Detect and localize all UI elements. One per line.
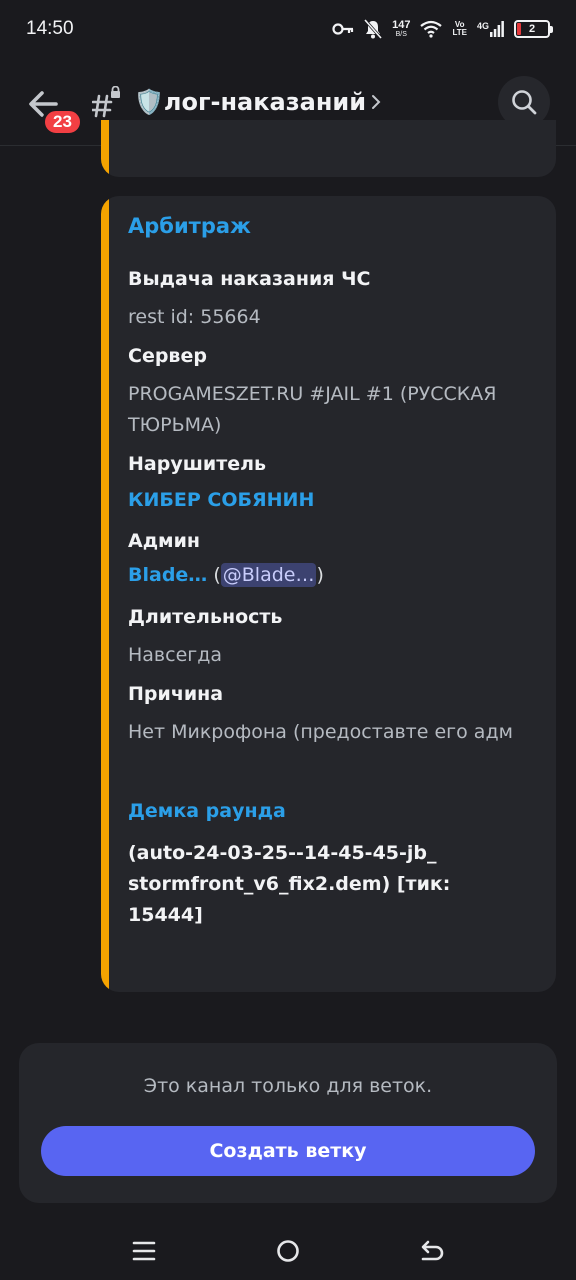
status-icons: 147 B/S Vo LTE 4G 2 — [332, 19, 553, 39]
chevron-right-icon[interactable] — [370, 94, 382, 110]
admin-link[interactable]: Blade… — [128, 564, 207, 586]
demo-title[interactable]: Демка раунда — [128, 800, 286, 822]
channel-title[interactable]: 🛡️лог-наказаний — [134, 88, 366, 116]
embed-card: Арбитраж Выдача наказания ЧС rest id: 55… — [101, 196, 556, 992]
home-button[interactable] — [268, 1234, 308, 1268]
status-time: 14:50 — [26, 18, 74, 39]
field-server-value: PROGAMESZET.RU #JAIL #1 (РУССКАЯ ТЮРЬМА) — [128, 383, 497, 436]
field-offender-name: Нарушитель — [128, 453, 267, 475]
field-offender-value[interactable]: КИБЕР СОБЯНИН — [128, 489, 314, 511]
home-icon — [277, 1240, 299, 1262]
signal-indicator: 4G — [477, 21, 504, 37]
key-icon — [332, 23, 354, 35]
search-icon — [512, 90, 537, 115]
unread-badge: 23 — [42, 108, 83, 136]
field-action-value: rest id: 55664 — [128, 306, 261, 328]
menu-button[interactable] — [124, 1234, 164, 1268]
embed-accent-bar — [101, 196, 109, 992]
thread-only-message: Это канал только для веток. — [143, 1075, 433, 1097]
previous-embed — [101, 120, 556, 177]
field-action-name: Выдача наказания ЧС — [128, 268, 371, 290]
thread-only-panel: Это канал только для веток. Создать ветк… — [19, 1043, 557, 1203]
admin-paren-close: ) — [316, 564, 324, 586]
field-reason-value: Нет Микрофона (предоставте его адм — [128, 721, 513, 743]
back-button[interactable] — [412, 1234, 452, 1268]
system-nav-bar — [0, 1220, 576, 1280]
status-bar: 14:50 147 B/S Vo LTE 4G 2 — [0, 0, 576, 58]
admin-mention[interactable]: @Blade… — [220, 563, 317, 587]
field-reason-name: Причина — [128, 683, 224, 705]
embed-title[interactable]: Арбитраж — [128, 214, 251, 238]
bell-off-icon — [364, 19, 383, 39]
field-admin-name: Админ — [128, 530, 201, 552]
private-channel-icon — [92, 86, 120, 118]
net-speed: 147 B/S — [392, 19, 411, 39]
signal-icon — [490, 21, 504, 37]
field-server-name: Сервер — [128, 345, 207, 367]
field-duration-value: Навсегда — [128, 644, 223, 666]
embed-accent-bar — [101, 120, 109, 177]
field-admin-value: Blade… (@Blade…) — [128, 563, 324, 587]
back-icon — [421, 1240, 444, 1261]
volte-indicator: Vo LTE — [452, 20, 467, 37]
admin-paren-open: ( — [207, 564, 221, 586]
menu-icon — [132, 1241, 156, 1261]
create-thread-button[interactable]: Создать ветку — [41, 1126, 535, 1176]
field-duration-name: Длительность — [128, 606, 283, 628]
demo-value: (auto-24-03-25--14-45-45-jb_ stormfront_… — [128, 842, 451, 926]
battery-icon: 2 — [514, 20, 553, 38]
wifi-icon — [420, 20, 443, 38]
